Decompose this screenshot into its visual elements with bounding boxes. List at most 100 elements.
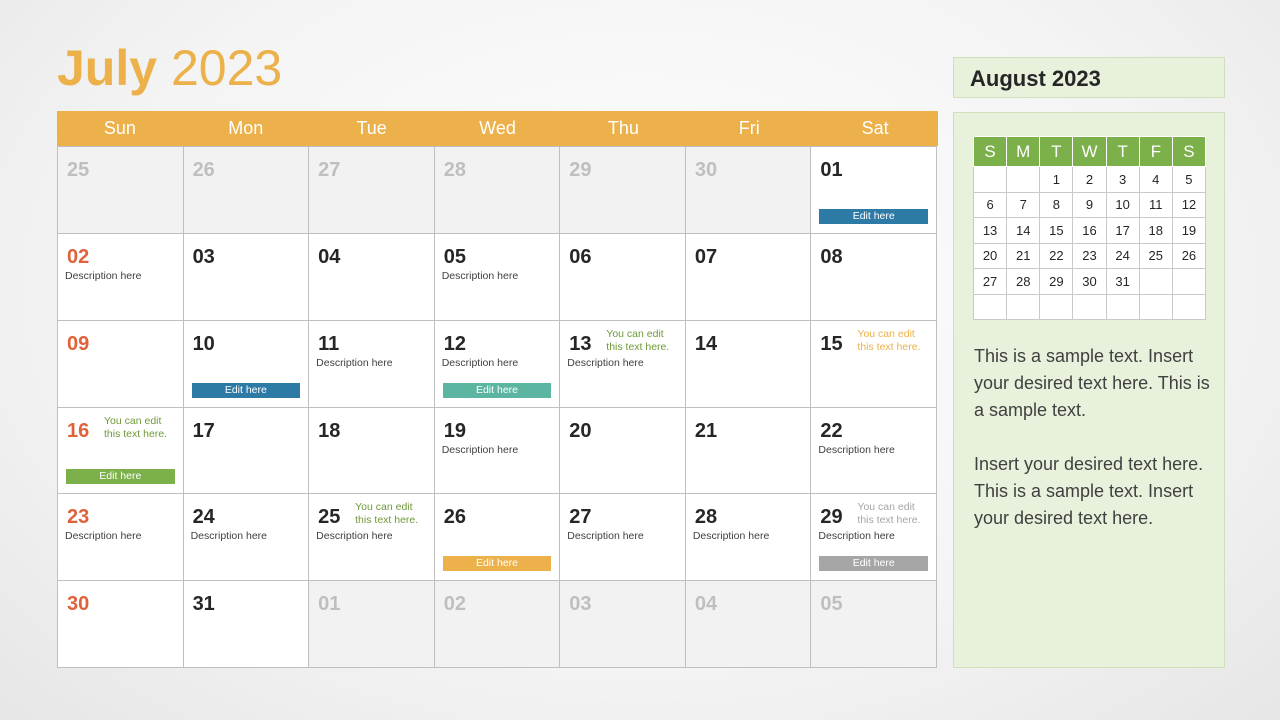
- day-cell[interactable]: 29 Description here You can edit this text…: [811, 494, 937, 582]
- day-cell[interactable]: 04: [685, 581, 812, 668]
- day-cell[interactable]: 23 Description here: [58, 494, 184, 582]
- edit-here-label: Edit here: [442, 382, 552, 398]
- day-number: 27: [318, 159, 341, 181]
- edit-here-label: Edit here: [191, 382, 301, 398]
- day-cell[interactable]: 05 Description here: [434, 233, 561, 321]
- day-cell[interactable]: 08: [811, 233, 937, 321]
- day-cell[interactable]: 29: [560, 147, 686, 234]
- day-cell[interactable]: 26: [183, 147, 310, 234]
- mini-day: 22: [1039, 242, 1074, 269]
- mini-weekday: T: [1105, 136, 1140, 167]
- next-month-title-box: August 2023: [953, 57, 1225, 98]
- day-number: 05: [443, 245, 466, 268]
- day-cell[interactable]: 07: [685, 233, 812, 321]
- day-cell[interactable]: 13 Description here You can edit this text…: [560, 320, 686, 408]
- day-number: 14: [694, 332, 718, 355]
- day-description: Description here: [692, 530, 770, 543]
- day-number: 22: [820, 419, 843, 442]
- day-cell[interactable]: 25: [58, 147, 184, 234]
- day-number: 08: [820, 245, 843, 268]
- mini-day: [972, 166, 1008, 193]
- day-number: 29: [569, 159, 592, 181]
- day-cell[interactable]: 11 Description here: [309, 320, 435, 408]
- mini-weekday: F: [1138, 136, 1173, 167]
- day-cell[interactable]: 27: [309, 147, 435, 234]
- day-cell[interactable]: 03: [183, 233, 310, 321]
- mini-day: 10: [1105, 191, 1140, 218]
- mini-day: 24: [1105, 242, 1140, 269]
- day-description: Description here: [441, 269, 519, 282]
- mini-weekday: M: [1006, 136, 1041, 167]
- day-cell[interactable]: 12 Description here Edit here: [434, 320, 561, 408]
- side-paragraph: Insert your desired text here. This is a…: [974, 454, 1204, 528]
- day-cell[interactable]: 01: [309, 581, 435, 668]
- mini-day: 3: [1105, 166, 1140, 193]
- day-cell[interactable]: 30: [58, 581, 184, 668]
- day-cell[interactable]: 06: [560, 233, 686, 321]
- day-cell[interactable]: 04: [309, 233, 435, 321]
- edit-here-label: Edit here: [819, 556, 928, 572]
- day-cell[interactable]: 16 You can edit this text here. Edit here: [58, 407, 184, 495]
- day-number: 20: [569, 419, 592, 442]
- weekday-label: Tue: [356, 118, 387, 138]
- mini-weekday: S: [972, 136, 1008, 167]
- mini-day: 18: [1138, 217, 1173, 244]
- day-cell[interactable]: 15 You can edit this text here.: [811, 320, 937, 408]
- day-cell[interactable]: 09: [58, 320, 184, 408]
- day-cell[interactable]: 17: [183, 407, 310, 495]
- day-cell[interactable]: 10 Edit here: [183, 320, 310, 408]
- day-cell[interactable]: 28 Description here: [685, 494, 812, 582]
- mini-day: [1105, 293, 1140, 320]
- mini-weekday: T: [1039, 136, 1074, 167]
- mini-day: [972, 293, 1008, 320]
- day-number: 24: [192, 506, 215, 529]
- day-cell[interactable]: 24 Description here: [183, 494, 310, 582]
- weekday-header: Sun Mon Tue Wed Thu Fri Sat: [57, 111, 938, 146]
- day-cell[interactable]: 28: [434, 147, 561, 234]
- weekday-label: Thu: [607, 118, 639, 138]
- day-cell[interactable]: 19 Description here: [434, 407, 561, 495]
- day-description: Description here: [316, 356, 393, 369]
- day-description: Description here: [316, 530, 393, 543]
- mini-week-row: 13 14 15 16 17 18 19: [972, 217, 1207, 244]
- mini-day: 8: [1039, 191, 1074, 218]
- day-note: You can edit this text here.: [857, 327, 921, 353]
- day-cell[interactable]: 01 Edit here: [811, 147, 937, 234]
- mini-day: [1171, 293, 1207, 320]
- day-cell[interactable]: 22 Description here: [811, 407, 937, 495]
- day-cell[interactable]: 02 Description here: [58, 233, 184, 321]
- weekday-label: Sat: [861, 118, 889, 138]
- day-cell[interactable]: 26 Edit here: [434, 494, 561, 582]
- mini-day: [1039, 293, 1074, 320]
- day-number: 28: [443, 159, 466, 181]
- day-number: 26: [192, 159, 215, 181]
- day-cell[interactable]: 02: [434, 581, 561, 668]
- day-cell[interactable]: 31: [183, 581, 310, 668]
- mini-day: 13: [972, 217, 1008, 244]
- day-cell[interactable]: 05: [811, 581, 937, 668]
- mini-day: 2: [1072, 166, 1107, 193]
- day-number: 02: [67, 245, 90, 268]
- side-paragraph: This is a sample text. Insert your desir…: [974, 346, 1210, 420]
- mini-day: 4: [1138, 166, 1173, 193]
- day-cell[interactable]: 20: [560, 407, 686, 495]
- day-number: 21: [694, 419, 718, 442]
- mini-calendar: SMTWTFS 1 2 3 4 5 6 7 8 9 10 11 12 13 14 15 16 17 18 19 20 2…: [972, 136, 1207, 320]
- day-cell[interactable]: 30: [685, 147, 812, 234]
- day-number: 25: [318, 506, 341, 529]
- day-number: 28: [694, 506, 718, 529]
- mini-day: 31: [1105, 268, 1140, 295]
- title-year: 2023: [170, 40, 283, 96]
- day-cell[interactable]: 25 Description here You can edit this text…: [309, 494, 435, 582]
- day-note: You can edit this text here.: [355, 501, 419, 527]
- day-cell[interactable]: 14: [685, 320, 812, 408]
- day-number: 30: [694, 159, 718, 181]
- mini-day: 6: [972, 191, 1008, 218]
- day-cell[interactable]: 21: [685, 407, 812, 495]
- day-number: 18: [318, 419, 341, 442]
- mini-day: 25: [1138, 242, 1173, 269]
- day-cell[interactable]: 27 Description here: [560, 494, 686, 582]
- day-cell[interactable]: 03: [560, 581, 686, 668]
- mini-day: 21: [1006, 242, 1041, 269]
- day-cell[interactable]: 18: [309, 407, 435, 495]
